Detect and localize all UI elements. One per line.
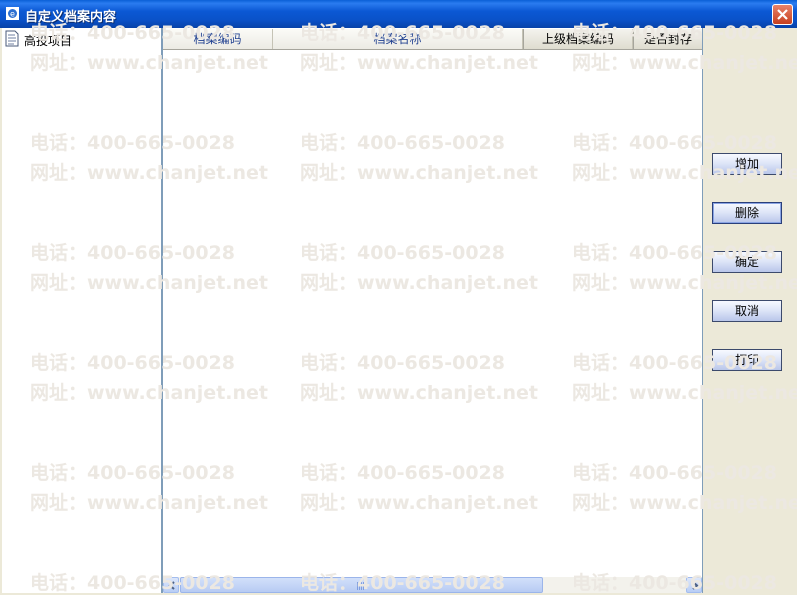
window-title: 自定义档案内容	[25, 10, 117, 25]
arrow-right-icon	[692, 581, 699, 590]
add-button[interactable]: 增加	[712, 153, 782, 175]
arrow-left-icon	[168, 581, 175, 590]
archive-tree: 高投项目	[2, 28, 162, 593]
close-icon	[777, 9, 788, 20]
horizontal-scrollbar[interactable]	[163, 577, 702, 593]
scroll-thumb[interactable]	[180, 577, 543, 593]
scroll-right-button[interactable]	[686, 577, 702, 593]
scroll-left-button[interactable]	[163, 577, 179, 593]
grid-body[interactable]	[163, 50, 702, 577]
title-bar[interactable]: e 自定义档案内容	[0, 0, 797, 28]
column-header-code[interactable]: 档案编码	[163, 29, 273, 49]
scroll-grip	[357, 582, 365, 590]
document-icon	[5, 30, 19, 50]
dialog-content: 高投项目 档案编码 档案名称 上级档案编码 是否封存 增加 删除 确定 取消 打…	[0, 28, 797, 595]
print-button[interactable]: 打印	[712, 349, 782, 371]
app-icon: e	[5, 6, 20, 21]
column-header-parent-code[interactable]: 上级档案编码	[523, 29, 633, 49]
close-button[interactable]	[772, 4, 793, 25]
confirm-button[interactable]: 确定	[712, 251, 782, 273]
svg-text:e: e	[10, 10, 15, 19]
dialog-window: e 自定义档案内容 高投项目 档案编码 档案名称 上级档案编码 是否封存 增加 …	[0, 0, 797, 595]
column-header-name[interactable]: 档案名称	[273, 29, 523, 49]
delete-button[interactable]: 删除	[712, 202, 782, 224]
cancel-button[interactable]: 取消	[712, 300, 782, 322]
grid-header: 档案编码 档案名称 上级档案编码 是否封存	[163, 29, 702, 50]
column-header-sealed[interactable]: 是否封存	[633, 29, 702, 49]
tree-item-label: 高投项目	[24, 34, 73, 48]
archive-grid: 档案编码 档案名称 上级档案编码 是否封存	[162, 28, 703, 593]
